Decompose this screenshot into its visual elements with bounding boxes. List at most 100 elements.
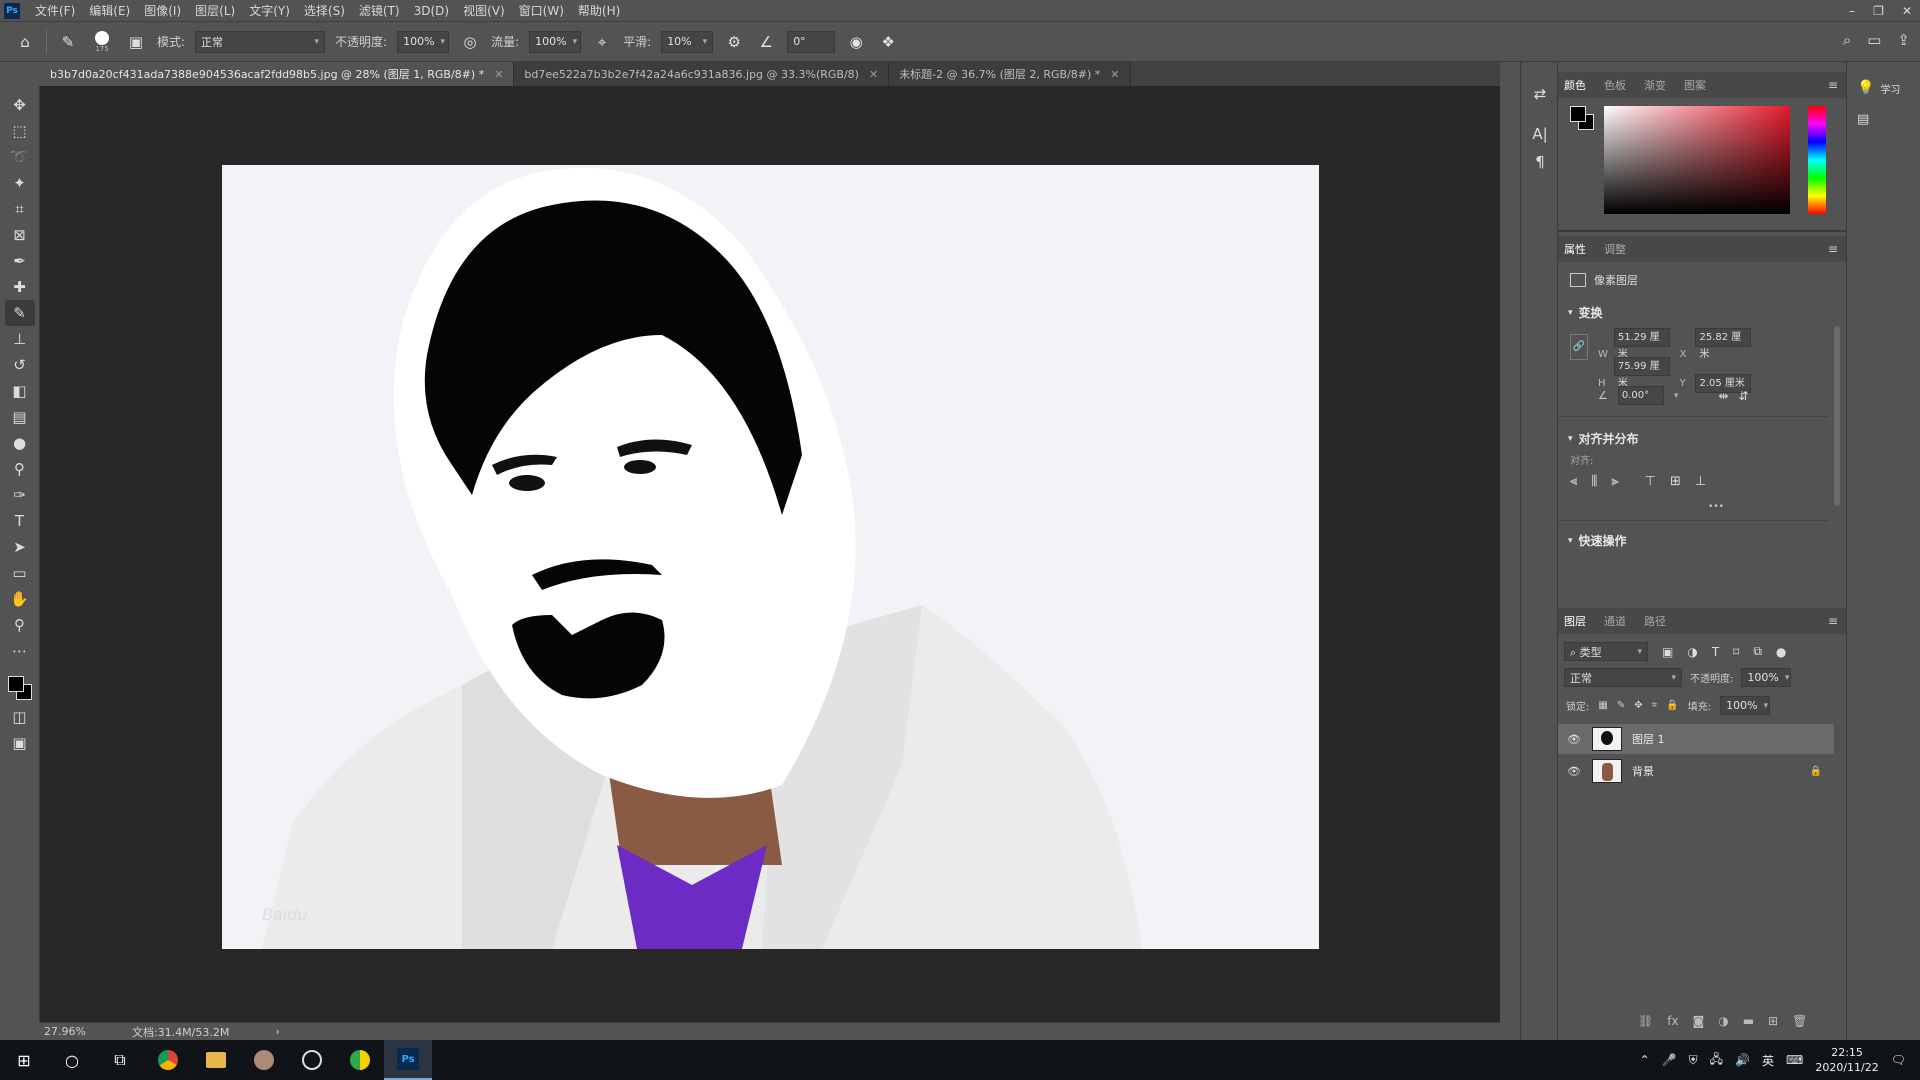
menu-image[interactable]: 图像(I) <box>137 0 188 22</box>
tab-patterns[interactable]: 图案 <box>1684 77 1706 93</box>
panel-menu-icon[interactable]: ≡ <box>1828 242 1838 256</box>
share-icon[interactable]: ⇪ <box>1897 31 1910 49</box>
blend-mode-select[interactable]: 正常 ▾ <box>1564 668 1682 687</box>
color-field[interactable] <box>1604 106 1790 214</box>
menu-layer[interactable]: 图层(L) <box>188 0 242 22</box>
layer-row-layer-1[interactable]: 👁 图层 1 <box>1558 724 1834 754</box>
menu-help[interactable]: 帮助(H) <box>571 0 627 22</box>
lock-image-icon[interactable]: ✎ <box>1617 700 1625 711</box>
blur-tool-icon[interactable]: ● <box>5 430 35 456</box>
microphone-icon[interactable]: 🎤 <box>1662 1053 1677 1067</box>
lock-transparent-icon[interactable]: ▦ <box>1598 700 1607 711</box>
notification-icon[interactable]: 🗨 <box>1891 1053 1906 1067</box>
pen-tool-icon[interactable]: ✑ <box>5 482 35 508</box>
minimize-button[interactable]: – <box>1849 4 1855 18</box>
quick-mask-icon[interactable]: ◫ <box>5 704 35 730</box>
hand-tool-icon[interactable]: ✋ <box>5 586 35 612</box>
layer-row-background[interactable]: 👁 背景 🔒 <box>1558 756 1834 786</box>
app-icon[interactable] <box>240 1040 288 1080</box>
panel-menu-icon[interactable]: ≡ <box>1828 614 1838 628</box>
x-field[interactable]: 25.82 厘米 <box>1695 328 1752 360</box>
height-field[interactable]: 75.99 厘米 <box>1613 357 1670 389</box>
chevron-down-icon[interactable]: ▾ <box>1674 391 1679 401</box>
workspace-icon[interactable]: ▭ <box>1867 31 1881 49</box>
tab-color[interactable]: 颜色 <box>1564 77 1586 93</box>
layer-opacity-field[interactable]: 100% ▾ <box>1741 668 1792 687</box>
menu-type[interactable]: 文字(Y) <box>242 0 297 22</box>
align-middle-v-icon[interactable]: ⊞ <box>1670 474 1681 489</box>
paragraph-icon[interactable]: ¶ <box>1521 148 1559 176</box>
menu-select[interactable]: 选择(S) <box>297 0 352 22</box>
filter-smart-icon[interactable]: ⧉ <box>1753 644 1762 659</box>
close-icon[interactable]: ✕ <box>869 68 878 81</box>
align-left-icon[interactable]: ⫷ <box>1570 474 1577 489</box>
tab-properties[interactable]: 属性 <box>1564 241 1586 257</box>
new-group-icon[interactable]: ▬ <box>1743 1014 1754 1028</box>
tray-chevron-icon[interactable]: ⌃ <box>1640 1053 1650 1067</box>
align-right-icon[interactable]: ⫸ <box>1611 474 1618 489</box>
align-center-h-icon[interactable]: ⫼ <box>1591 474 1597 489</box>
tab-channels[interactable]: 通道 <box>1604 613 1626 629</box>
rectangle-tool-icon[interactable]: ▭ <box>5 560 35 586</box>
filter-pixel-icon[interactable]: ▣ <box>1662 645 1673 659</box>
layer-name[interactable]: 图层 1 <box>1632 731 1665 747</box>
search-icon[interactable]: ⌕ <box>1843 31 1851 49</box>
healing-tool-icon[interactable]: ✚ <box>5 274 35 300</box>
antivirus-icon[interactable]: ⛨ <box>1689 1053 1698 1068</box>
gear-icon[interactable]: ⚙ <box>723 31 745 53</box>
mode-select[interactable]: 正常 ▾ <box>195 30 326 53</box>
quick-actions-header[interactable]: ▾ 快速操作 <box>1568 532 1627 549</box>
home-icon[interactable]: ⌂ <box>14 31 36 53</box>
search-icon[interactable]: ○ <box>48 1040 96 1080</box>
character-icon[interactable]: A| <box>1521 120 1559 148</box>
smoothing-field[interactable]: 10% ▾ <box>661 30 714 53</box>
fill-field[interactable]: 100% ▾ <box>1720 696 1771 715</box>
explorer-icon[interactable] <box>192 1040 240 1080</box>
gradient-tool-icon[interactable]: ▤ <box>5 404 35 430</box>
menu-window[interactable]: 窗口(W) <box>512 0 571 22</box>
tab-paths[interactable]: 路径 <box>1644 613 1666 629</box>
path-select-tool-icon[interactable]: ➤ <box>5 534 35 560</box>
airbrush-icon[interactable]: ⌖ <box>591 31 613 53</box>
menu-filter[interactable]: 滤镜(T) <box>352 0 407 22</box>
quick-select-tool-icon[interactable]: ✦ <box>5 170 35 196</box>
ime-indicator[interactable]: 英 <box>1762 1052 1774 1069</box>
adjustment-layer-icon[interactable]: ◑ <box>1718 1014 1728 1028</box>
tab-document-2[interactable]: bd7ee522a7b3b2e7f42a24a6c931a836.jpg @ 3… <box>514 62 890 86</box>
menu-file[interactable]: 文件(F) <box>28 0 82 22</box>
history-icon[interactable]: ⇄ <box>1521 80 1559 108</box>
pressure-size-icon[interactable]: ◉ <box>845 31 867 53</box>
tab-adjustments[interactable]: 调整 <box>1604 241 1626 257</box>
new-layer-icon[interactable]: ⊞ <box>1768 1014 1778 1028</box>
move-tool-icon[interactable]: ✥ <box>5 92 35 118</box>
tab-document-1[interactable]: b3b7d0a20cf431ada7388e904536acaf2fdd98b5… <box>40 62 515 86</box>
photoshop-icon[interactable]: Ps <box>384 1040 432 1080</box>
eraser-tool-icon[interactable]: ◧ <box>5 378 35 404</box>
lasso-tool-icon[interactable]: ➰ <box>5 144 35 170</box>
tab-document-3[interactable]: 未标题-2 @ 36.7% (图层 2, RGB/8#) * ✕ <box>889 62 1131 86</box>
status-arrow[interactable]: › <box>275 1025 279 1038</box>
start-icon[interactable]: ⊞ <box>0 1040 48 1080</box>
learn-panel-button[interactable]: 💡 学习 <box>1857 80 1900 96</box>
brush-settings-icon[interactable]: ▣ <box>125 31 147 53</box>
menu-view[interactable]: 视图(V) <box>456 0 512 22</box>
brush-tool-icon[interactable]: ✎ <box>4 300 35 326</box>
foreground-color-swatch[interactable] <box>7 676 24 692</box>
filter-type-icon[interactable]: T <box>1712 645 1719 659</box>
align-section-header[interactable]: ▾ 对齐并分布 <box>1568 430 1639 447</box>
tab-layers[interactable]: 图层 <box>1564 613 1586 629</box>
more-options-button[interactable]: ••• <box>1708 502 1724 512</box>
zoom-tool-icon[interactable]: ⚲ <box>5 612 35 638</box>
brush-preset-icon[interactable]: ✎ <box>57 31 79 53</box>
clock[interactable]: 22:15 2020/11/22 <box>1815 1045 1878 1075</box>
visibility-eye-icon[interactable]: 👁 <box>1566 765 1582 778</box>
filter-toggle-icon[interactable]: ● <box>1776 645 1786 659</box>
marquee-tool-icon[interactable]: ⬚ <box>5 118 35 144</box>
volume-icon[interactable]: 🔊 <box>1735 1053 1750 1067</box>
symmetry-icon[interactable]: ❖ <box>877 31 899 53</box>
transform-section-header[interactable]: ▾ 变换 <box>1568 304 1603 321</box>
chrome-icon[interactable] <box>144 1040 192 1080</box>
panel-menu-icon[interactable]: ≡ <box>1828 78 1838 92</box>
flow-field[interactable]: 100% ▾ <box>529 30 582 53</box>
close-icon[interactable]: ✕ <box>494 68 503 81</box>
